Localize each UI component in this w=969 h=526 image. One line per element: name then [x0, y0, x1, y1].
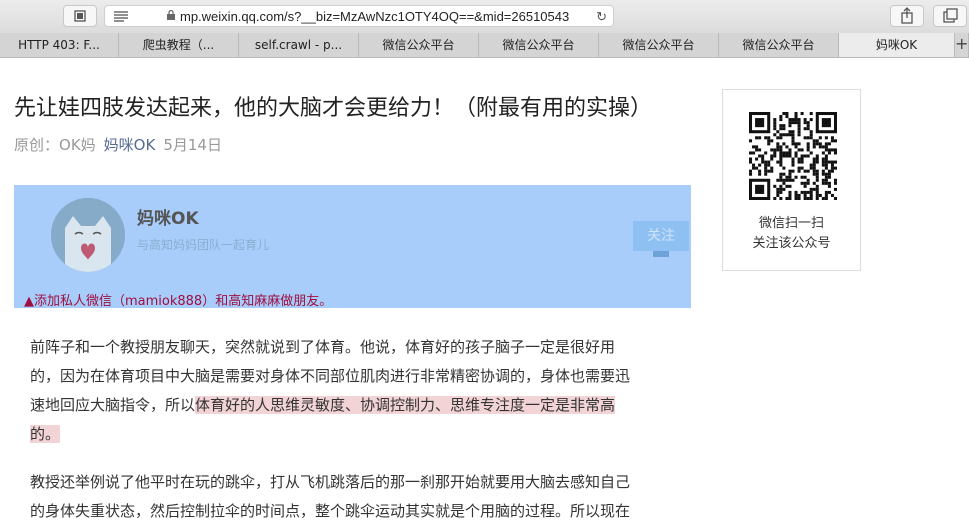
- paragraph-1-line-3: 速地回应大脑指令，所以体育好的人思维灵敏度、协调控制力、思维专注度一定是非常高: [30, 391, 678, 420]
- account-name: 妈咪OK: [137, 209, 199, 229]
- tab-crawler-tutorial[interactable]: 爬虫教程（...: [119, 33, 239, 57]
- sidebar-toggle-button[interactable]: [63, 5, 97, 27]
- qr-code-icon: [749, 112, 837, 200]
- tab-wechat-platform-2[interactable]: 微信公众平台: [479, 33, 599, 57]
- browser-toolbar: mp.weixin.qq.com/s?__biz=MzAwNzc1OTY4OQ=…: [0, 0, 969, 34]
- tab-http-403[interactable]: HTTP 403: F...: [0, 33, 119, 57]
- profile-card: 妈咪OK 与高知妈妈团队一起育儿 关注 ▲添加私人微信（mamiok888）和高…: [14, 185, 691, 309]
- qr-caption-line-1: 微信扫一扫: [758, 216, 824, 231]
- highlighted-text-end: 的。: [30, 425, 61, 443]
- original-label: 原创：: [14, 136, 60, 154]
- profile-card-inner: 妈咪OK 与高知妈妈团队一起育儿 关注: [33, 188, 696, 283]
- paragraph-1: 前阵子和一个教授朋友聊天，突然就说到了体育。他说，体育好的孩子脑子一定是很好用 …: [30, 333, 678, 449]
- paragraph-1-line-4: 的。: [30, 420, 678, 449]
- original-author: OK妈: [59, 136, 96, 154]
- publish-date: 5月14日: [163, 136, 222, 154]
- paragraph-2-line-2: 的身体失重状态，然后控制拉伞的时间点，整个跳伞运动其实就是个用脑的过程。所以现在: [30, 502, 631, 520]
- tab-wechat-platform-3[interactable]: 微信公众平台: [599, 33, 719, 57]
- follow-button-shadow: [653, 251, 669, 257]
- reload-icon[interactable]: ↻: [596, 9, 607, 25]
- follow-button[interactable]: 关注: [633, 221, 689, 251]
- account-description: 与高知妈妈团队一起育儿: [137, 238, 270, 252]
- new-tab-button[interactable]: +: [955, 33, 969, 57]
- qr-code-panel: 微信扫一扫 关注该公众号: [722, 89, 861, 271]
- tabs-icon: [943, 8, 958, 23]
- paragraph-1-line-2: 的，因为在体育项目中大脑是需要对身体不同部位肌肉进行非常精密协调的，身体也需要迅: [30, 367, 631, 385]
- sidebar-icon: [74, 10, 86, 22]
- tab-bar: HTTP 403: F... 爬虫教程（... self.crawl - p..…: [0, 33, 969, 58]
- lock-icon: [167, 10, 175, 20]
- share-icon: [901, 7, 913, 24]
- highlighted-text: 体育好的人思维灵敏度、协调控制力、思维专注度一定是非常高: [195, 396, 616, 414]
- tab-wechat-platform-1[interactable]: 微信公众平台: [359, 33, 479, 57]
- paragraph-2-line-1: 教授还举例说了他平时在玩的跳伞，打从飞机跳落后的那一刹那开始就要用大脑去感知自己: [30, 473, 631, 491]
- share-button[interactable]: [890, 5, 924, 27]
- avatar: [51, 198, 125, 272]
- wechat-add-note: ▲添加私人微信（mamiok888）和高知麻麻做朋友。: [24, 294, 333, 309]
- cat-avatar-icon: [51, 198, 125, 272]
- qr-caption-line-2: 关注该公众号: [752, 236, 831, 251]
- qr-caption: 微信扫一扫 关注该公众号: [723, 214, 860, 254]
- article-meta: 原创：OK妈 妈咪OK 5月14日: [14, 134, 222, 155]
- tab-overview-button[interactable]: [933, 5, 967, 27]
- paragraph-2: 教授还举例说了他平时在玩的跳伞，打从飞机跳落后的那一刹那开始就要用大脑去感知自己…: [30, 468, 678, 526]
- paragraph-1-line-1: 前阵子和一个教授朋友聊天，突然就说到了体育。他说，体育好的孩子脑子一定是很好用: [30, 338, 616, 356]
- tab-wechat-platform-4[interactable]: 微信公众平台: [719, 33, 839, 57]
- address-bar[interactable]: mp.weixin.qq.com/s?__biz=MzAwNzc1OTY4OQ=…: [104, 5, 614, 27]
- url-text: mp.weixin.qq.com/s?__biz=MzAwNzc1OTY4OQ=…: [180, 9, 570, 24]
- reader-icon: [114, 11, 128, 22]
- tab-mamiok[interactable]: 妈咪OK: [839, 33, 955, 57]
- article-title: 先让娃四肢发达起来，他的大脑才会更给力！（附最有用的实操）: [14, 96, 653, 121]
- tab-self-crawl[interactable]: self.crawl - p...: [239, 33, 359, 57]
- paragraph-1-line-3-plain: 速地回应大脑指令，所以: [30, 396, 196, 414]
- account-link[interactable]: 妈咪OK: [104, 136, 156, 154]
